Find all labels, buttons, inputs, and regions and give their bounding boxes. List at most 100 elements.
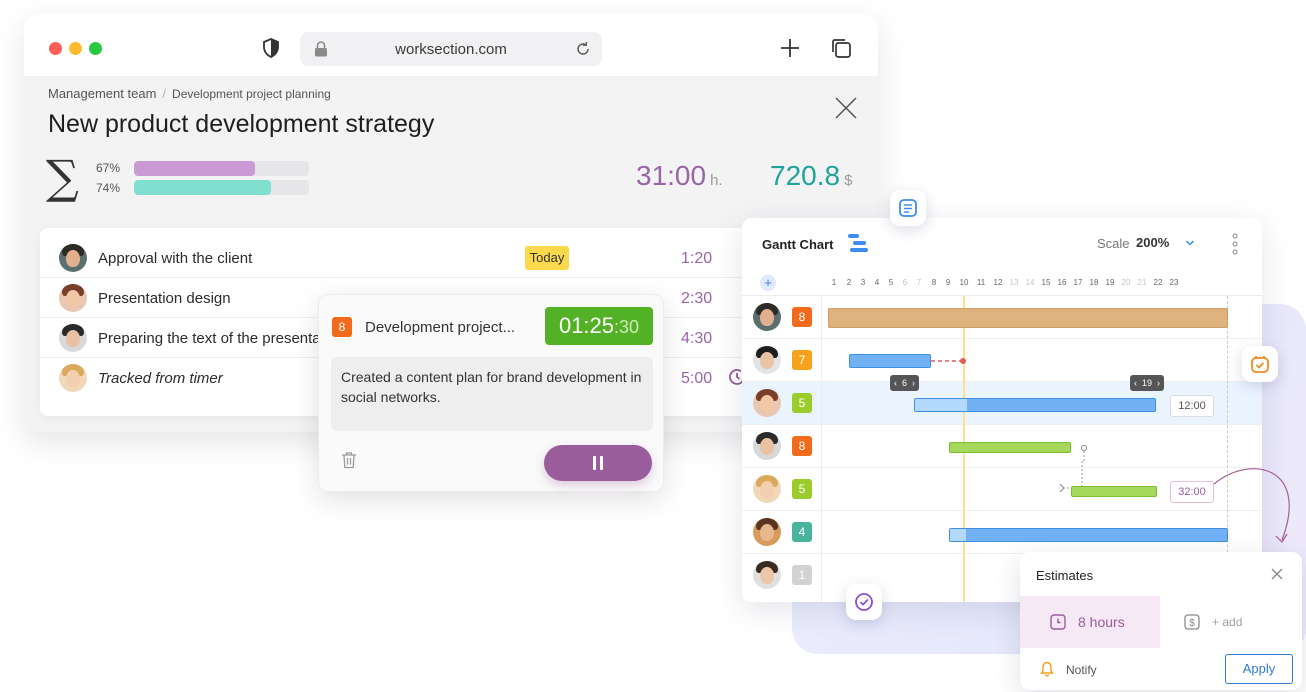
trash-icon[interactable] [341, 451, 357, 469]
curved-arrow-icon [1213, 468, 1290, 543]
day-label: 23 [1169, 278, 1179, 287]
hours-estimate-field[interactable]: 8 hours [1020, 596, 1160, 648]
breadcrumb: Management team / Development project plan… [48, 86, 331, 101]
gantt-bar[interactable] [849, 354, 931, 368]
task-row[interactable]: Approval with the client Today 1:20 [40, 238, 770, 278]
day-label: 10 [959, 278, 969, 287]
dollar-icon: $ [1184, 614, 1200, 630]
progress-bar-fill [134, 180, 271, 195]
minimize-window-button[interactable] [69, 42, 82, 55]
day-label: 20 [1121, 278, 1131, 287]
due-badge: Today [525, 246, 569, 270]
timer-popup: 8 Development project... 01:25:30 Create… [318, 294, 664, 492]
day-label: 12 [993, 278, 1003, 287]
avatar [59, 284, 87, 312]
close-icon[interactable] [1271, 568, 1283, 580]
gantt-chart-panel: Gantt Chart Scale 200% + 1 2 3 4 5 6 7 8… [742, 218, 1262, 602]
day-label: 5 [888, 278, 894, 287]
checklist-icon [890, 190, 926, 226]
calendar-check-icon [1242, 346, 1278, 382]
new-tab-icon[interactable] [780, 38, 800, 58]
progress-bar [134, 161, 309, 176]
add-task-button[interactable]: + [760, 275, 776, 291]
gantt-day-header: + 1 2 3 4 5 6 7 8 9 10 11 12 13 14 15 16… [742, 270, 1262, 296]
gantt-title: Gantt Chart [762, 237, 834, 252]
day-label: 17 [1073, 278, 1083, 287]
hours-tag[interactable]: 32:00 [1170, 481, 1214, 503]
day-label: 14 [1025, 278, 1035, 287]
hours-estimate-value: 8 hours [1078, 614, 1125, 630]
task-time: 1:20 [681, 250, 713, 267]
task-time: 4:30 [681, 330, 713, 347]
sigma-icon: ∑ [46, 150, 79, 204]
gantt-bar[interactable] [949, 528, 1228, 542]
shield-icon[interactable] [262, 38, 280, 58]
notify-label[interactable]: Notify [1066, 663, 1097, 677]
maximize-window-button[interactable] [89, 42, 102, 55]
task-name[interactable]: Presentation design [98, 290, 231, 307]
day-label: 1 [831, 278, 837, 287]
address-bar[interactable]: worksection.com [300, 32, 602, 66]
progress-bar [134, 180, 309, 195]
reload-icon[interactable] [574, 40, 592, 58]
apply-button[interactable]: Apply [1225, 654, 1293, 684]
pause-icon [593, 456, 596, 470]
estimates-title: Estimates [1036, 568, 1094, 583]
url-text: worksection.com [395, 41, 507, 58]
timer-clock-seconds: :30 [614, 317, 640, 337]
pause-button[interactable] [544, 445, 652, 481]
bell-icon[interactable] [1040, 661, 1054, 677]
scale-label: Scale [1097, 236, 1130, 251]
browser-titlebar: worksection.com [24, 14, 878, 76]
more-options-icon[interactable] [1232, 233, 1238, 255]
total-money-unit: $ [844, 172, 853, 189]
breadcrumb-project-link[interactable]: Development project planning [172, 87, 331, 101]
total-hours-value: 31:00 [636, 160, 707, 191]
avatar [59, 364, 87, 392]
timer-clock-main: 01:25 [558, 313, 615, 338]
check-circle-icon [846, 584, 882, 620]
gantt-bar[interactable] [914, 398, 1156, 412]
end-day-value: 19 [1142, 378, 1153, 388]
end-day-pill[interactable]: ‹ 19 › [1130, 375, 1165, 391]
day-label: 16 [1057, 278, 1067, 287]
breadcrumb-team-link[interactable]: Management team [48, 86, 156, 101]
day-label: 18 [1089, 278, 1099, 287]
timer-task-name[interactable]: Development project... [365, 319, 515, 336]
hours-tag[interactable]: 12:00 [1170, 395, 1214, 417]
tabs-overview-icon[interactable] [830, 37, 852, 59]
start-day-pill[interactable]: ‹ 6 › [890, 375, 920, 391]
scale-select[interactable]: 200% [1136, 235, 1169, 250]
day-label: 8 [931, 278, 937, 287]
add-cost-estimate-button[interactable]: $ + add [1160, 596, 1302, 648]
chevron-down-icon[interactable] [1184, 237, 1196, 249]
task-time: 2:30 [681, 290, 713, 307]
day-label: 9 [945, 278, 951, 287]
task-number-badge: 8 [332, 317, 352, 337]
gantt-logo-icon [848, 234, 868, 252]
task-time: 5:00 [681, 370, 713, 387]
timer-clock: 01:25:30 [545, 307, 653, 345]
task-name[interactable]: Preparing the text of the presenta [98, 330, 321, 347]
total-hours: 31:00 h. [636, 160, 723, 192]
progress-bar-fill [134, 161, 255, 176]
total-money: 720.8 $ [770, 160, 852, 192]
day-label: 3 [860, 278, 866, 287]
progress-percent-label: 67% [96, 161, 121, 175]
gantt-bar[interactable] [1071, 486, 1157, 497]
day-label: 2 [846, 278, 852, 287]
day-label: 21 [1137, 278, 1147, 287]
estimates-panel: Estimates 8 hours $ + add Notify Apply [1020, 552, 1302, 690]
gantt-bar[interactable] [828, 308, 1228, 328]
total-hours-unit: h. [710, 172, 723, 189]
page-title: New product development strategy [48, 110, 435, 138]
task-name[interactable]: Tracked from timer [98, 370, 223, 387]
close-icon[interactable] [834, 96, 858, 120]
add-cost-label: + add [1212, 615, 1243, 629]
close-window-button[interactable] [49, 42, 62, 55]
gantt-bar[interactable] [949, 442, 1071, 453]
day-label: 6 [902, 278, 908, 287]
day-label: 15 [1041, 278, 1051, 287]
task-name[interactable]: Approval with the client [98, 250, 252, 267]
timer-note-field[interactable]: Created a content plan for brand develop… [331, 357, 653, 431]
